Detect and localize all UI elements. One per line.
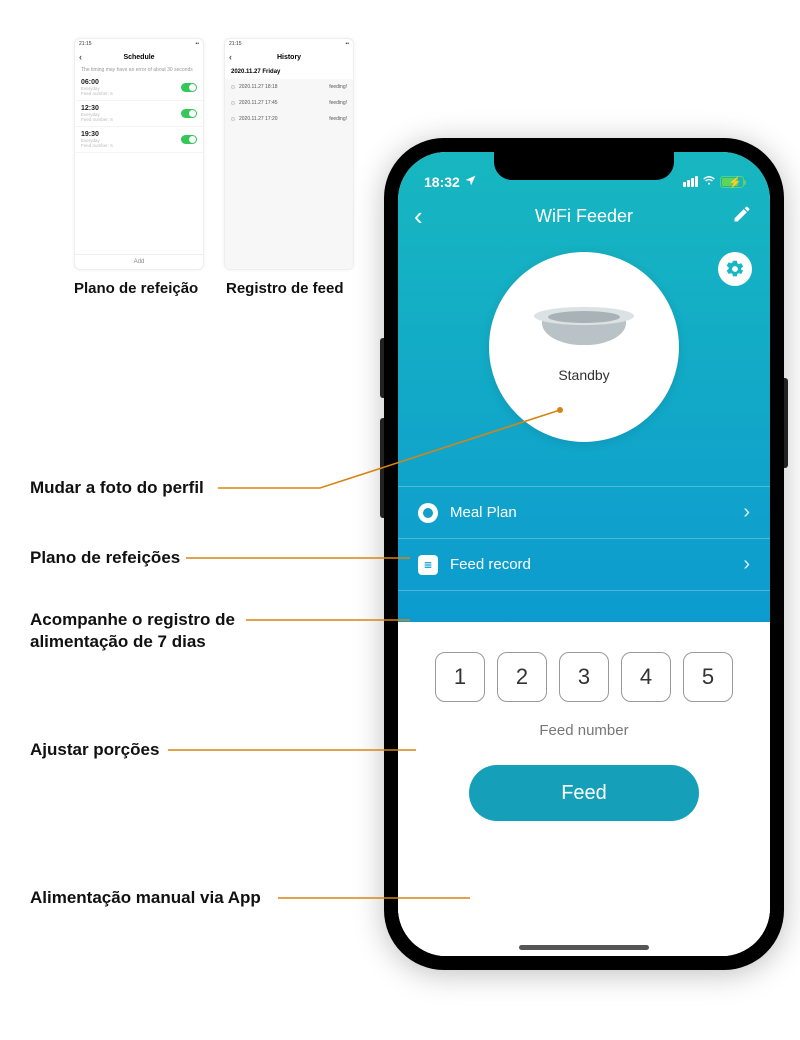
battery-icon: ⚡ (720, 176, 744, 188)
schedule-row[interactable]: 19:30 Everyday Feed number: 6 (75, 127, 203, 153)
thumb-sb-icons: •• (345, 41, 349, 47)
thumbnail-schedule: 21:15 •• ‹ Schedule The timing may have … (74, 38, 204, 270)
history-row: 2020.11.27 17:45 feeding! (225, 95, 353, 111)
schedule-time: 19:30 (81, 131, 113, 138)
add-button[interactable]: Add (75, 254, 203, 265)
bullet-icon (231, 101, 235, 105)
device-status: Standby (558, 367, 609, 383)
callout-manual-feed: Alimentação manual via App (30, 888, 261, 908)
phone-notch (494, 152, 674, 180)
menu-meal-plan[interactable]: Meal Plan › (398, 486, 770, 538)
device-avatar[interactable]: Standby (489, 252, 679, 442)
thumb-title: Schedule (123, 54, 154, 61)
phone-mockup: 18:32 ⚡ ‹ WiFi Feeder (384, 138, 784, 970)
thumb-title: History (277, 54, 301, 61)
statusbar-time: 18:32 (424, 174, 460, 190)
portion-option-5[interactable]: 5 (683, 652, 733, 702)
settings-button[interactable] (718, 252, 752, 286)
signal-icon (683, 176, 698, 187)
app-top-area: 18:32 ⚡ ‹ WiFi Feeder (398, 152, 770, 622)
menu-feed-record[interactable]: Feed record › (398, 538, 770, 591)
app-header: ‹ WiFi Feeder (398, 192, 770, 240)
thumb-subtitle: The timing may have an error of about 30… (75, 65, 203, 75)
history-ts: 2020.11.27 17:45 (239, 100, 278, 106)
callout-profile: Mudar a foto do perfil (30, 478, 204, 498)
history-status: feeding! (329, 100, 347, 106)
thumbnail-history-label: Registro de feed (226, 280, 344, 297)
back-icon[interactable]: ‹ (229, 52, 232, 62)
toggle-switch[interactable] (181, 135, 197, 144)
history-status: feeding! (329, 84, 347, 90)
portion-option-2[interactable]: 2 (497, 652, 547, 702)
portion-option-4[interactable]: 4 (621, 652, 671, 702)
thumb-time: 21:15 (229, 41, 242, 47)
phone-side-button (784, 378, 788, 468)
history-ts: 2020.11.27 18:18 (239, 84, 278, 90)
history-row: 2020.11.27 17:20 feeding! (225, 111, 353, 127)
bullet-icon (231, 85, 235, 89)
thumbnail-history: 21:15 •• ‹ History 2020.11.27 Friday 202… (224, 38, 354, 270)
menu: Meal Plan › Feed record › (398, 486, 770, 591)
home-indicator[interactable] (519, 945, 649, 950)
thumb-statusbar: 21:15 •• (75, 39, 203, 49)
schedule-time: 06:00 (81, 79, 113, 86)
chevron-right-icon: › (743, 553, 750, 576)
thumb-time: 21:15 (79, 41, 92, 47)
schedule-time: 12:30 (81, 105, 113, 112)
thumb-statusbar: 21:15 •• (225, 39, 353, 49)
history-date: 2020.11.27 Friday (225, 65, 353, 79)
menu-label: Meal Plan (450, 504, 517, 521)
schedule-meta: Feed number: 6 (81, 117, 113, 122)
callout-feed-record-line2: alimentação de 7 dias (30, 632, 206, 652)
schedule-meta: Feed number: 6 (81, 91, 113, 96)
edit-icon[interactable] (732, 204, 752, 229)
portion-selector: 1 2 3 4 5 (435, 652, 733, 702)
history-ts: 2020.11.27 17:20 (239, 116, 278, 122)
list-icon (418, 555, 438, 575)
feed-button-label: Feed (561, 782, 607, 805)
feed-number-label: Feed number (539, 722, 628, 739)
callout-feed-record-line1: Acompanhe o registro de (30, 610, 235, 630)
schedule-meta: Feed number: 6 (81, 143, 113, 148)
thumbnail-schedule-label: Plano de refeição (74, 280, 198, 297)
bullet-icon (231, 117, 235, 121)
gear-icon (725, 259, 745, 279)
back-icon[interactable]: ‹ (79, 52, 82, 62)
back-icon[interactable]: ‹ (414, 203, 423, 229)
schedule-row[interactable]: 06:00 Everyday Feed number: 6 (75, 75, 203, 101)
toggle-switch[interactable] (181, 109, 197, 118)
thumb-sb-icons: •• (195, 41, 199, 47)
portion-option-3[interactable]: 3 (559, 652, 609, 702)
callout-meal-plan: Plano de refeições (30, 548, 180, 568)
portion-option-1[interactable]: 1 (435, 652, 485, 702)
bowl-icon (534, 301, 634, 347)
thumb-header: ‹ Schedule (75, 49, 203, 65)
history-row: 2020.11.27 18:18 feeding! (225, 79, 353, 95)
page-title: WiFi Feeder (535, 206, 633, 227)
feed-button[interactable]: Feed (469, 765, 699, 821)
menu-label: Feed record (450, 556, 531, 573)
chevron-right-icon: › (743, 501, 750, 524)
app-bottom-area: 1 2 3 4 5 Feed number Feed (398, 622, 770, 956)
callout-portions: Ajustar porções (30, 740, 159, 760)
schedule-row[interactable]: 12:30 Everyday Feed number: 6 (75, 101, 203, 127)
location-icon (464, 174, 477, 190)
clock-icon (418, 503, 438, 523)
toggle-switch[interactable] (181, 83, 197, 92)
wifi-icon (702, 173, 716, 190)
thumb-header: ‹ History (225, 49, 353, 65)
history-status: feeding! (329, 116, 347, 122)
phone-screen: 18:32 ⚡ ‹ WiFi Feeder (398, 152, 770, 956)
